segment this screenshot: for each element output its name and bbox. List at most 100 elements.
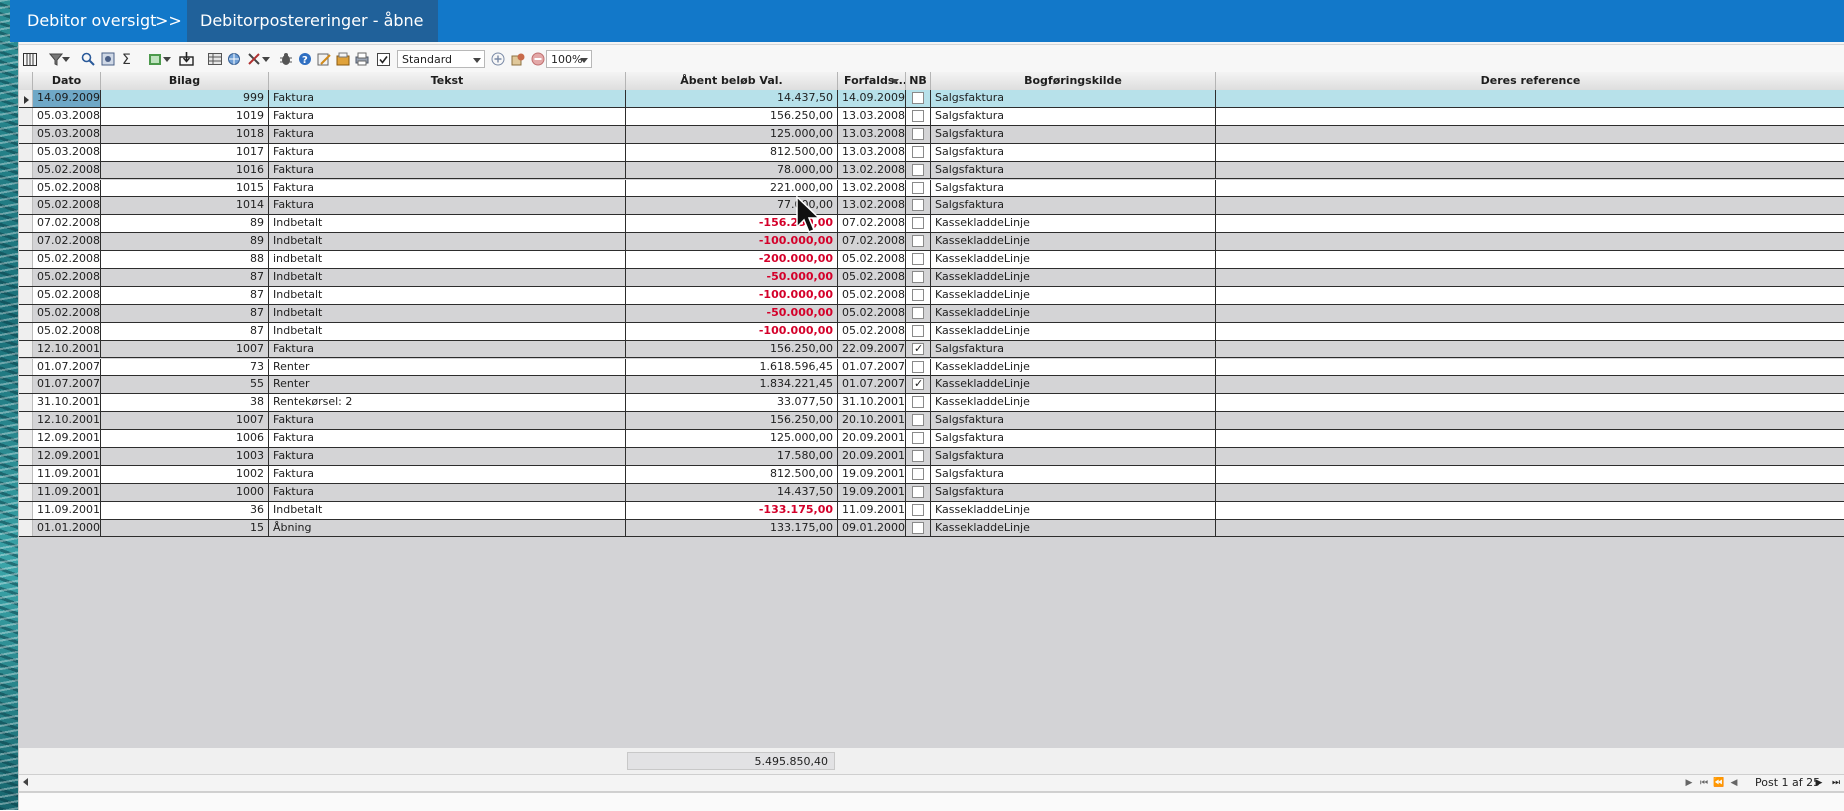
row-selector[interactable] [19,107,33,125]
cell-forfald[interactable]: 22.09.2007 [838,340,906,358]
cell-tekst[interactable]: Indbetalt [269,286,626,304]
cell-aabent-beloeb[interactable]: 156.250,00 [626,340,838,358]
cell-nb[interactable] [906,197,931,215]
row-selector[interactable] [19,304,33,322]
filter-dropdown-icon[interactable] [61,50,71,68]
cell-forfald[interactable]: 01.07.2007 [838,358,906,376]
cell-nb[interactable] [906,233,931,251]
cell-bilag[interactable]: 87 [101,322,269,340]
cell-bogfoeringskilde[interactable]: Salgsfaktura [931,143,1216,161]
cell-bilag[interactable]: 73 [101,358,269,376]
cell-dato[interactable]: 07.02.2008 [33,233,101,251]
row-selector[interactable] [19,448,33,465]
cell-bogfoeringskilde[interactable]: Salgsfaktura [931,340,1216,358]
sum-icon[interactable]: Σ [119,50,137,68]
cell-bogfoeringskilde[interactable]: Salgsfaktura [931,412,1216,430]
nb-checkbox[interactable] [912,217,924,230]
cell-deres-reference[interactable] [1216,305,1844,322]
row-selector[interactable] [19,412,33,430]
row-selector[interactable] [19,501,33,519]
column-header-forfald[interactable]: Forfalds... [838,72,906,90]
nb-checkbox[interactable] [912,127,924,140]
cell-bilag[interactable]: 87 [101,304,269,322]
cell-aabent-beloeb[interactable]: 78.000,00 [626,161,838,179]
cell-dato[interactable]: 05.02.2008 [33,322,101,340]
edit-icon[interactable] [315,50,333,68]
cell-bogfoeringskilde[interactable]: Salgsfaktura [931,430,1216,447]
row-selector[interactable] [19,519,33,537]
cell-bilag[interactable]: 36 [101,501,269,519]
nb-checkbox[interactable] [912,145,924,158]
table-row[interactable]: 07.02.2008 89 Indbetalt -156.250,00 07.02.20… [19,215,1844,234]
column-header-aabent-beloeb[interactable]: Åbent beløb Val. [626,72,838,90]
cell-dato[interactable]: 12.10.2001 [33,340,101,358]
cell-dato[interactable]: 05.03.2008 [33,143,101,161]
cell-tekst[interactable]: Faktura [269,197,626,215]
cell-aabent-beloeb[interactable]: -100.000,00 [626,286,838,304]
nb-checkbox[interactable] [912,181,924,194]
cell-deres-reference[interactable] [1216,323,1844,340]
cell-aabent-beloeb[interactable]: -200.000,00 [626,251,838,268]
print-icon[interactable] [353,50,371,68]
cell-deres-reference[interactable] [1216,197,1844,214]
cell-dato[interactable]: 12.10.2001 [33,412,101,430]
web-icon[interactable] [225,50,243,68]
cell-dato[interactable]: 11.09.2001 [33,483,101,501]
cell-dato[interactable]: 05.03.2008 [33,125,101,143]
cell-bogfoeringskilde[interactable]: KassekladdeLinje [931,501,1216,519]
cell-tekst[interactable]: Indbetalt [269,304,626,322]
column-header-tekst[interactable]: Tekst [269,72,626,90]
cell-deres-reference[interactable] [1216,466,1844,483]
cell-tekst[interactable]: Faktura [269,143,626,161]
cell-nb[interactable] [906,161,931,179]
cell-dato[interactable]: 14.09.2009 [33,90,101,107]
nb-checkbox[interactable] [912,450,924,462]
row-selector[interactable] [19,90,33,107]
nb-checkbox[interactable] [912,414,924,427]
column-header-nb[interactable]: NB [906,72,931,90]
cell-bilag[interactable]: 88 [101,251,269,268]
cell-bogfoeringskilde[interactable]: KassekladdeLinje [931,358,1216,376]
cell-forfald[interactable]: 20.10.2001 [838,412,906,430]
cell-nb[interactable] [906,448,931,465]
nb-checkbox[interactable] [912,109,924,122]
search-icon[interactable] [79,50,97,68]
nb-checkbox[interactable] [912,163,924,176]
add-layout-icon[interactable] [489,50,507,68]
tools-dropdown-icon[interactable] [261,50,271,68]
cell-dato[interactable]: 01.07.2007 [33,358,101,376]
nb-checkbox[interactable] [912,521,924,534]
cell-nb[interactable] [906,269,931,286]
cell-bilag[interactable]: 15 [101,519,269,537]
scroll-left-icon[interactable] [23,778,28,786]
cell-forfald[interactable]: 13.03.2008 [838,143,906,161]
bookmark-icon[interactable] [334,50,352,68]
cell-aabent-beloeb[interactable]: -50.000,00 [626,304,838,322]
next-record-icon[interactable]: ▶ [1812,776,1826,790]
cell-dato[interactable]: 07.02.2008 [33,215,101,233]
cell-bogfoeringskilde[interactable]: KassekladdeLinje [931,286,1216,304]
table-row[interactable]: 05.02.2008 87 Indbetalt -50.000,00 05.02.200… [19,269,1844,287]
cell-forfald[interactable]: 20.09.2001 [838,430,906,447]
cell-forfald[interactable]: 09.01.2000 [838,519,906,537]
remove-layout-icon[interactable] [529,50,547,68]
cell-nb[interactable] [906,322,931,340]
cell-tekst[interactable]: Indbetalt [269,322,626,340]
cell-tekst[interactable]: Faktura [269,125,626,143]
cell-forfald[interactable]: 14.09.2009 [838,90,906,107]
cell-dato[interactable]: 05.02.2008 [33,304,101,322]
cell-dato[interactable]: 01.07.2007 [33,376,101,394]
cell-bogfoeringskilde[interactable]: Salgsfaktura [931,107,1216,125]
cell-nb[interactable] [906,107,931,125]
table-row[interactable]: 11.09.2001 1000 Faktura 14.437,50 19.09.2001… [19,483,1844,502]
cell-bogfoeringskilde[interactable]: KassekladdeLinje [931,304,1216,322]
checkbox-icon[interactable] [374,50,392,68]
cell-tekst[interactable]: Åbning [269,519,626,537]
cell-deres-reference[interactable] [1216,484,1844,501]
edit-layout-icon[interactable] [509,50,527,68]
save-export-icon[interactable] [177,50,195,68]
cell-bilag[interactable]: 1017 [101,143,269,161]
row-selector[interactable] [19,286,33,304]
cell-dato[interactable]: 01.01.2000 [33,519,101,537]
cell-bilag[interactable]: 1007 [101,412,269,430]
